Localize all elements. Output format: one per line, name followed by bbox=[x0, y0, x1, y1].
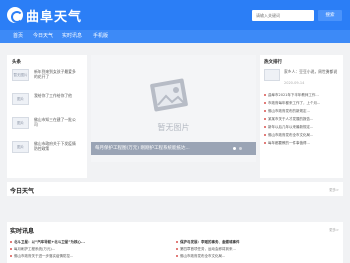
carousel-dot[interactable] bbox=[233, 147, 236, 150]
bullet-icon bbox=[10, 248, 12, 250]
thumbnail: 图片 bbox=[12, 141, 29, 153]
site-header: 曲阜天气 搜索 bbox=[0, 0, 350, 30]
bullet-icon bbox=[264, 94, 266, 96]
news-item[interactable]: 保护与发展：李瑶的事务、金蝶城事件 bbox=[176, 240, 240, 245]
carousel-dot[interactable] bbox=[239, 147, 242, 150]
image-placeholder-icon bbox=[150, 78, 188, 112]
news-item[interactable]: 北斗卫星：以“汽车导航+北斗卫星”为核心... bbox=[10, 240, 85, 245]
item-title[interactable]: 新年到来到女孩子最爱多的花开了 bbox=[34, 69, 76, 79]
main-nav: 首页 今日天气 实时讯息 手机版 bbox=[0, 30, 350, 43]
site-logo[interactable]: 曲阜天气 bbox=[7, 6, 83, 25]
bullet-icon bbox=[10, 255, 12, 257]
bullet-icon bbox=[264, 118, 266, 120]
nav-item-today-weather[interactable]: 今日天气 bbox=[33, 30, 53, 43]
bullet-icon bbox=[176, 248, 178, 250]
no-image-text: 暂无图片 bbox=[157, 123, 190, 132]
top-item-date: 2020-09-14 bbox=[284, 81, 305, 85]
item-title[interactable]: 佛山市政府关于下发疫情防控政策 bbox=[34, 141, 76, 151]
item-title[interactable]: 我给你了工作给你了他 bbox=[34, 93, 76, 98]
bullet-icon bbox=[176, 255, 178, 257]
bullet-icon bbox=[264, 102, 266, 104]
thumbnail: 暂无图片 bbox=[12, 69, 29, 81]
nav-item-home[interactable]: 首页 bbox=[13, 30, 23, 43]
nav-item-mobile[interactable]: 手机版 bbox=[93, 30, 108, 43]
bullet-icon bbox=[264, 110, 266, 112]
news-item[interactable]: 每月刷护工程系统(万元)... bbox=[10, 247, 55, 252]
logo-text: 曲阜天气 bbox=[26, 9, 83, 25]
rank-item[interactable]: 每年都要教的一件事值得... bbox=[264, 141, 310, 146]
bullet-icon bbox=[264, 142, 266, 144]
ranking-panel: 热文排行 家乡人：豆豆小说，周世勇都说 2020-09-14 曲阜市2021年下… bbox=[260, 55, 343, 178]
more-link[interactable]: 更多> bbox=[329, 228, 339, 233]
carousel-caption[interactable]: 每月保护工程图(万元) 刚刚护工程系统能抵达... bbox=[95, 145, 190, 151]
headline-title: 头条 bbox=[12, 60, 21, 65]
search-button[interactable]: 搜索 bbox=[318, 10, 342, 21]
bullet-icon bbox=[264, 134, 266, 136]
top-item-title[interactable]: 家乡人：豆豆小说，周世勇都说 bbox=[284, 69, 339, 74]
news-item[interactable]: 佛山市政府发布全市文化局... bbox=[176, 254, 225, 259]
rank-item[interactable]: 佛山市政府发布全市文化局... bbox=[264, 133, 313, 138]
rank-item[interactable]: 曲阜市2021年下半年教师工作... bbox=[264, 93, 319, 98]
thumbnail: 图片 bbox=[12, 93, 29, 105]
item-title[interactable]: 佛山市知三在建了一批公司 bbox=[34, 117, 76, 127]
bullet-icon bbox=[10, 241, 12, 243]
realtime-news-title: 实时讯息 bbox=[10, 228, 35, 235]
headline-panel: 头条 暂无图片 新年到来到女孩子最爱多的花开了 图片 我给你了工作给你了他 图片… bbox=[7, 55, 87, 178]
more-link[interactable]: 更多> bbox=[329, 188, 339, 193]
realtime-news-section: 实时讯息 更多> 北斗卫星：以“汽车导航+北斗卫星”为核心... 每月刷护工程系… bbox=[7, 222, 343, 263]
rank-item[interactable]: 佛山市政府发布的新规定... bbox=[264, 109, 310, 114]
ranking-title: 热文排行 bbox=[264, 60, 282, 65]
thumbnail bbox=[264, 69, 280, 81]
carousel[interactable]: 暂无图片 每月保护工程图(万元) 刚刚护工程系统能抵达... bbox=[91, 55, 256, 162]
bullet-icon bbox=[176, 241, 178, 243]
rank-item[interactable]: 某某市关于人才发展的报告... bbox=[264, 117, 313, 122]
nav-item-realtime-news[interactable]: 实时讯息 bbox=[62, 30, 82, 43]
thumbnail: 图片 bbox=[12, 117, 29, 129]
today-weather-section: 今日天气 更多> bbox=[7, 182, 343, 196]
carousel-caption-bar: 每月保护工程图(万元) 刚刚护工程系统能抵达... bbox=[91, 142, 256, 155]
rank-item[interactable]: 市政府每年都来工作了，上个月... bbox=[264, 101, 320, 106]
bullet-icon bbox=[264, 126, 266, 128]
logo-icon bbox=[7, 7, 23, 23]
news-item[interactable]: 第四章首项任务，运动会即将到来... bbox=[176, 247, 236, 252]
today-weather-title: 今日天气 bbox=[10, 188, 35, 195]
news-item[interactable]: 佛山市政府关于进一步落实疫情防控... bbox=[10, 254, 73, 259]
search-input[interactable] bbox=[252, 10, 314, 21]
rank-item[interactable]: 新年以后几年以来最新规定... bbox=[264, 125, 313, 130]
